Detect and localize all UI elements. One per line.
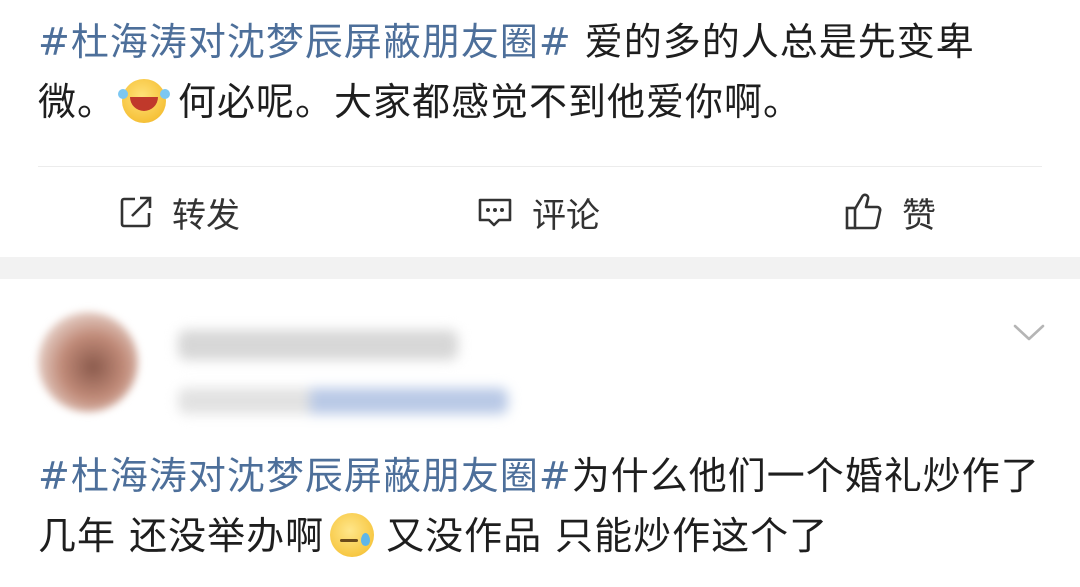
comment-label: 评论 — [532, 195, 600, 236]
post-2-content: #杜海涛对沈梦辰屏蔽朋友圈#为什么他们一个婚礼炒作了几年 还没举办啊 又没作品 只… — [38, 446, 1040, 566]
post-meta-blurred — [178, 388, 508, 414]
comment-button[interactable]: 评论 — [476, 167, 600, 257]
topic-link[interactable]: #杜海涛对沈梦辰屏蔽朋友圈# — [38, 20, 572, 64]
username-blurred[interactable] — [178, 330, 458, 360]
feed-separator — [0, 257, 1080, 279]
repost-label: 转发 — [172, 195, 240, 236]
post-text-part-2: 又没作品 只能炒作这个了 — [386, 514, 829, 558]
comment-icon — [478, 198, 512, 227]
avatar[interactable] — [38, 312, 138, 412]
post-text-part-2: 何必呢。大家都感觉不到他爱你啊。 — [178, 80, 803, 124]
like-label: 赞 — [902, 195, 936, 236]
post-1-content: #杜海涛对沈梦辰屏蔽朋友圈# 爱的多的人总是先变卑微。 何必呢。大家都感觉不到他爱… — [38, 12, 1040, 132]
chevron-down-icon[interactable] — [1012, 322, 1046, 344]
repost-icon — [120, 196, 152, 228]
action-bar: 转发 评论 赞 — [0, 167, 1080, 257]
like-button[interactable]: 赞 — [844, 167, 936, 257]
thumbs-up-icon — [845, 193, 882, 230]
sweat-emoji-icon — [330, 513, 375, 557]
topic-link[interactable]: #杜海涛对沈梦辰屏蔽朋友圈# — [38, 454, 572, 498]
laughing-tears-emoji-icon — [118, 79, 167, 123]
repost-button[interactable]: 转发 — [118, 167, 240, 257]
